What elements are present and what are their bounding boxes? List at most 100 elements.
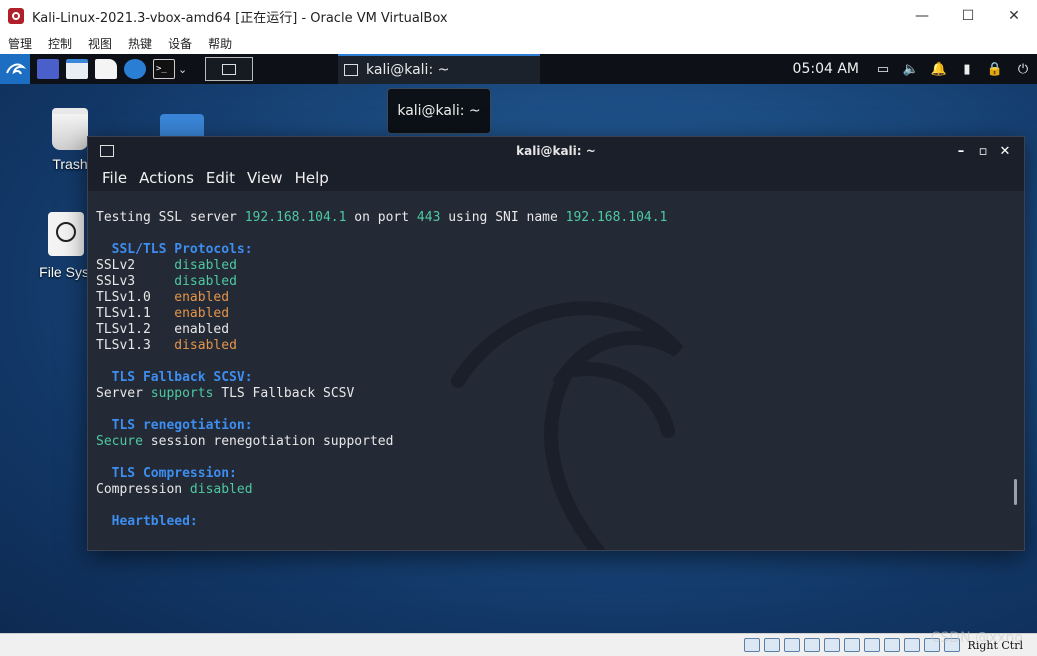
kali-menu-button[interactable]	[0, 54, 30, 84]
top-panel: >_ ⌄ kali@kali: ~ 05:04 AM ▭ 🔈 🔔 ▮ 🔒 ⏻	[0, 54, 1037, 84]
cpu-icon[interactable]	[903, 638, 920, 652]
show-desktop-icon[interactable]	[37, 59, 59, 79]
recording-icon[interactable]	[883, 638, 900, 652]
usb-icon[interactable]	[823, 638, 840, 652]
lock-icon[interactable]: 🔒	[987, 62, 1003, 77]
terminal-text: session renegotiation supported	[142, 434, 394, 449]
terminal-line: TLSv1.2 enabled	[96, 322, 667, 338]
terminal-line: Heartbleed:	[96, 514, 667, 530]
power-icon[interactable]: ⏻	[1016, 62, 1030, 77]
terminal-line: Server supports TLS Fallback SCSV	[96, 386, 667, 402]
trash-label: Trash	[52, 156, 88, 172]
optical-drive-icon[interactable]	[763, 638, 780, 652]
terminal-menu-help[interactable]: Help	[289, 169, 335, 187]
network-icon[interactable]	[803, 638, 820, 652]
terminal-text: TLSv1.0	[96, 290, 175, 305]
window-title: Kali-Linux-2021.3-vbox-amd64 [正在运行] - Or…	[32, 10, 448, 26]
window-controls: — ☐ ✕	[899, 0, 1037, 32]
terminal-minimize-button[interactable]: –	[950, 141, 972, 161]
terminal-text: Server	[96, 386, 151, 401]
terminal-line: SSLv3 disabled	[96, 274, 667, 290]
terminal-text: TLS Fallback SCSV	[213, 386, 355, 401]
terminal-menu-edit[interactable]: Edit	[200, 169, 241, 187]
kali-desktop: >_ ⌄ kali@kali: ~ 05:04 AM ▭ 🔈 🔔 ▮ 🔒 ⏻ k…	[0, 54, 1037, 633]
terminal-text: supports	[150, 386, 214, 401]
workspace-switcher[interactable]	[205, 57, 254, 81]
terminal-text: using SNI name	[440, 210, 566, 225]
terminal-title: kali@kali: ~	[516, 144, 596, 158]
terminal-menu-actions[interactable]: Actions	[133, 169, 200, 187]
taskbar-tooltip: kali@kali: ~	[387, 88, 491, 134]
terminal-maximize-button[interactable]: ▫	[972, 141, 994, 161]
hard-disk-icon[interactable]	[743, 638, 760, 652]
terminal-line: SSLv2 disabled	[96, 258, 667, 274]
terminal-line: SSL/TLS Protocols:	[96, 242, 667, 258]
terminal-menu-file[interactable]: File	[96, 169, 133, 187]
notification-bell-icon[interactable]: 🔔	[931, 62, 947, 77]
menu-devices[interactable]: 设备	[160, 35, 200, 52]
terminal-text: TLS Compression:	[96, 466, 237, 481]
terminal-line: TLSv1.1 enabled	[96, 306, 667, 322]
panel-clock[interactable]: 05:04 AM	[793, 61, 859, 77]
terminal-line: Testing SSL server 192.168.104.1 on port…	[96, 210, 667, 226]
terminal-close-button[interactable]: ✕	[994, 141, 1016, 161]
menu-manage[interactable]: 管理	[0, 35, 40, 52]
terminal-text: enabled	[174, 290, 230, 305]
vbox-menubar: 管理 控制 视图 热键 设备 帮助	[0, 32, 1037, 54]
volume-icon[interactable]: 🔈	[903, 62, 919, 77]
terminal-text: SSLv2	[96, 258, 175, 273]
terminal-text: 192.168.104.1	[565, 210, 668, 225]
terminal-line: TLSv1.3 disabled	[96, 338, 667, 354]
terminal-icon	[344, 64, 358, 76]
text-editor-icon[interactable]	[95, 59, 117, 79]
web-browser-icon[interactable]	[124, 59, 146, 79]
terminal-text: disabled	[174, 338, 237, 353]
display-icon[interactable]: ▭	[876, 62, 890, 77]
menu-help[interactable]: 帮助	[200, 35, 240, 52]
terminal-line: TLS renegotiation:	[96, 418, 667, 434]
minimize-button[interactable]: —	[899, 0, 945, 32]
display-settings-icon[interactable]	[863, 638, 880, 652]
close-button[interactable]: ✕	[991, 0, 1037, 32]
virtualbox-app-icon	[8, 8, 24, 24]
terminal-text: disabled	[174, 258, 237, 273]
terminal-text: Secure	[96, 434, 143, 449]
trash-icon	[52, 108, 88, 150]
terminal-window: kali@kali: ~ – ▫ ✕ File Actions Edit Vie…	[87, 136, 1025, 551]
chevron-down-icon[interactable]: ⌄	[178, 63, 187, 76]
terminal-text: SSLv3	[96, 274, 175, 289]
filesystem-label: File Syst	[39, 264, 93, 280]
home-folder-icon[interactable]	[160, 114, 204, 138]
battery-icon[interactable]: ▮	[960, 62, 974, 77]
terminal-menu-view[interactable]: View	[241, 169, 289, 187]
terminal-titlebar[interactable]: kali@kali: ~ – ▫ ✕	[88, 137, 1024, 165]
terminal-output[interactable]: Testing SSL server 192.168.104.1 on port…	[88, 191, 1024, 550]
maximize-button[interactable]: ☐	[945, 0, 991, 32]
file-manager-icon[interactable]	[66, 59, 88, 79]
terminal-text: TLSv1.1	[96, 306, 175, 321]
taskbar-terminal[interactable]: kali@kali: ~	[338, 54, 540, 84]
vbox-statusbar: Right Ctrl	[0, 633, 1037, 656]
vbox-titlebar: Kali-Linux-2021.3-vbox-amd64 [正在运行] - Or…	[0, 0, 1037, 32]
terminal-text: disabled	[189, 482, 253, 497]
terminal-text: Compression	[96, 482, 190, 497]
terminal-scrollbar[interactable]	[1014, 479, 1017, 505]
terminal-lines: Testing SSL server 192.168.104.1 on port…	[96, 210, 667, 530]
terminal-text: 443	[416, 210, 441, 225]
shared-folders-icon[interactable]	[843, 638, 860, 652]
terminal-text: enabled	[174, 306, 230, 321]
terminal-text: Heartbleed:	[96, 514, 198, 529]
terminal-line: Compression disabled	[96, 482, 667, 498]
menu-view[interactable]: 视图	[80, 35, 120, 52]
terminal-text: SSL/TLS Protocols:	[96, 242, 253, 257]
terminal-launcher-icon[interactable]: >_	[153, 59, 175, 79]
audio-icon[interactable]	[783, 638, 800, 652]
menu-hotkeys[interactable]: 热键	[120, 35, 160, 52]
kali-dragon-icon	[6, 63, 26, 75]
menu-control[interactable]: 控制	[40, 35, 80, 52]
terminal-menubar: File Actions Edit View Help	[88, 165, 1024, 191]
csdn-watermark: CSDN @xxno	[930, 630, 1023, 646]
